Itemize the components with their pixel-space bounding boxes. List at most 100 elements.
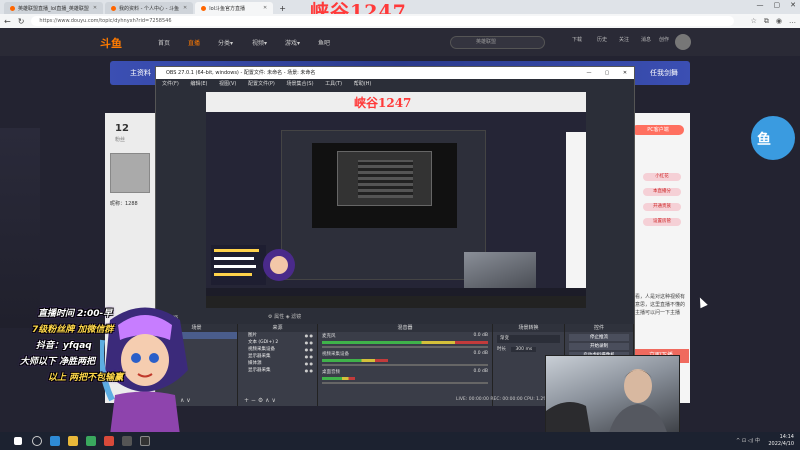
browser-tab-label: 我的资料 - 个人中心 - 斗鱼 xyxy=(119,5,180,12)
windows-taskbar: ^ ⊡ ◁) 中 14:14 2022/4/10 xyxy=(0,432,800,450)
source-item[interactable]: 文本 (GDI+) 2 xyxy=(238,339,317,346)
nav-live[interactable]: 直播 xyxy=(188,38,200,47)
history-icon[interactable]: 历史 xyxy=(590,36,614,43)
filters-button[interactable]: 滤镜 xyxy=(291,314,301,320)
pill-button[interactable]: 本直播分 xyxy=(643,188,681,196)
url-input[interactable]: https://www.douyu.com/topic/dyhnyxh?rid=… xyxy=(31,16,734,26)
menu-view[interactable]: 视图(V) xyxy=(219,81,236,87)
close-tab-icon[interactable]: ✕ xyxy=(259,5,267,11)
gear-icon[interactable]: ⚙ xyxy=(268,314,272,320)
obs-maximize-button[interactable]: ▢ xyxy=(598,67,616,79)
anime-character-sticker xyxy=(100,307,188,435)
duration-label: 时长 xyxy=(497,347,506,352)
profile-icon[interactable]: ◉ xyxy=(776,17,782,25)
duration-input[interactable]: 300 ms xyxy=(511,347,537,352)
search-input[interactable]: 英雄联盟 xyxy=(450,36,545,49)
sources-dock-title: 来源 xyxy=(238,324,317,332)
start-recording-button[interactable]: 开始录制 xyxy=(569,343,629,350)
more-icon[interactable]: … xyxy=(789,17,796,25)
windows-start-icon[interactable] xyxy=(14,437,22,445)
volume-slider[interactable] xyxy=(322,346,488,348)
source-item[interactable]: 显示器采集 xyxy=(238,353,317,360)
menu-scene-collection[interactable]: 场景集合(S) xyxy=(286,81,313,87)
app-icon[interactable] xyxy=(104,436,114,446)
douyu-favicon-icon xyxy=(111,5,117,11)
overlay-line-douyin: 抖音：yfqaq xyxy=(36,341,92,351)
file-explorer-icon[interactable] xyxy=(68,436,78,446)
douyu-header: 斗鱼 首页 直播 分类▾ 视频▾ 游戏▾ 鱼吧 英雄联盟 下载 历史 关注 消息… xyxy=(0,28,800,56)
menu-help[interactable]: 帮助(H) xyxy=(354,81,372,87)
nav-home[interactable]: 首页 xyxy=(158,38,170,47)
overlay-line-rule: 以上 两把不包输赢 xyxy=(48,373,124,383)
browser-tab[interactable]: 我的资料 - 个人中心 - 斗鱼 ✕ xyxy=(105,2,194,14)
source-toolbar[interactable]: + − ⚙ ∧ ∨ xyxy=(244,397,276,404)
properties-button[interactable]: 属性 xyxy=(274,314,284,320)
follow-icon[interactable]: 关注 xyxy=(612,36,636,43)
filter-icon[interactable]: ◈ xyxy=(286,314,290,320)
douyu-logo[interactable]: 斗鱼 xyxy=(100,35,122,51)
stop-streaming-button[interactable]: 停止推流 xyxy=(569,334,629,341)
obs-app-icon[interactable] xyxy=(140,436,150,446)
maximize-button[interactable]: ▢ xyxy=(774,1,781,9)
nav-category[interactable]: 分类▾ xyxy=(218,38,233,47)
pill-button[interactable]: 开通贵族 xyxy=(643,203,681,211)
transition-select[interactable]: 渐变 xyxy=(497,335,560,343)
menu-profile[interactable]: 配置文件(P) xyxy=(248,81,275,87)
browser-tab-active[interactable]: lol斗鱼官方直播 ✕ xyxy=(195,2,274,14)
obs-close-button[interactable]: ✕ xyxy=(616,67,634,79)
preview-stream-title: 峡谷1247 xyxy=(354,96,412,110)
obs-menubar: 文件(F) 编辑(E) 视图(V) 配置文件(P) 场景集合(S) 工具(T) … xyxy=(156,79,634,89)
mixer-dock-title: 混音器 xyxy=(318,324,492,332)
nav-video[interactable]: 视频▾ xyxy=(252,38,267,47)
browser-tab[interactable]: 英雄联盟直播_lol直播_英雄联盟 ✕ xyxy=(4,2,104,14)
obs-preview-canvas[interactable]: 峡谷1247 xyxy=(206,92,586,308)
minimize-button[interactable]: — xyxy=(757,1,764,9)
close-tab-icon[interactable]: ✕ xyxy=(89,5,97,11)
close-tab-icon[interactable]: ✕ xyxy=(179,5,187,11)
source-item[interactable]: 视频采集设备 xyxy=(238,346,317,353)
system-tray[interactable]: ^ ⊡ ◁) 中 xyxy=(736,437,760,444)
refresh-icon[interactable]: ↻ xyxy=(18,17,25,26)
menu-file[interactable]: 文件(F) xyxy=(162,81,179,87)
source-item[interactable]: 媒体源 xyxy=(238,360,317,367)
volume-slider[interactable] xyxy=(322,364,488,366)
app-icon[interactable] xyxy=(86,436,96,446)
nav-games[interactable]: 游戏▾ xyxy=(285,38,300,47)
transitions-dock-title: 场景转换 xyxy=(493,324,564,332)
app-icon[interactable] xyxy=(122,436,132,446)
svg-text:鱼: 鱼 xyxy=(757,131,771,148)
back-arrow-icon[interactable]: ← xyxy=(4,17,11,26)
transition-duration-row: 时长 300 ms xyxy=(497,346,560,352)
menu-edit[interactable]: 编辑(E) xyxy=(190,81,207,87)
obs-titlebar: OBS 27.0.1 (64-bit, windows) - 配置文件: 未命名… xyxy=(156,67,634,79)
webcam-person xyxy=(546,369,668,434)
streamer-thumbnail[interactable] xyxy=(110,153,150,193)
edge-browser-icon[interactable] xyxy=(50,436,60,446)
search-icon[interactable] xyxy=(32,436,42,446)
pill-button[interactable]: 小红花 xyxy=(643,173,681,181)
volume-meter xyxy=(322,359,389,362)
pill-button[interactable]: 设置房管 xyxy=(643,218,681,226)
source-item[interactable]: 显示器采集 xyxy=(238,367,317,374)
star-icon[interactable]: ☆ xyxy=(751,17,757,25)
close-window-button[interactable]: ✕ xyxy=(790,1,796,9)
volume-meter xyxy=(322,341,488,344)
obs-minimize-button[interactable]: — xyxy=(580,67,598,79)
mixer-channel-db: 0.0 dB xyxy=(473,351,488,356)
source-item[interactable]: 图片 xyxy=(238,332,317,339)
download-icon[interactable]: 下载 xyxy=(565,36,589,43)
preview-nested-canvas xyxy=(312,143,457,228)
menu-tools[interactable]: 工具(T) xyxy=(325,81,342,87)
taskbar-clock[interactable]: 14:14 2022/4/10 xyxy=(768,434,794,448)
new-tab-button[interactable]: + xyxy=(275,2,290,14)
preview-taskbar xyxy=(206,288,586,296)
mixer-channel-db: 0.0 dB xyxy=(473,369,488,374)
create-icon[interactable]: 创作 xyxy=(652,36,676,43)
preview-nested-canvas-3 xyxy=(358,160,413,198)
volume-slider[interactable] xyxy=(322,382,488,384)
nav-fishbar[interactable]: 鱼吧 xyxy=(318,38,330,47)
collections-icon[interactable]: ⧉ xyxy=(764,17,769,26)
mixer-channel-name: 麦克风 xyxy=(322,334,336,339)
pc-client-button[interactable]: PC客户端 xyxy=(632,125,684,135)
user-avatar[interactable] xyxy=(675,34,691,50)
